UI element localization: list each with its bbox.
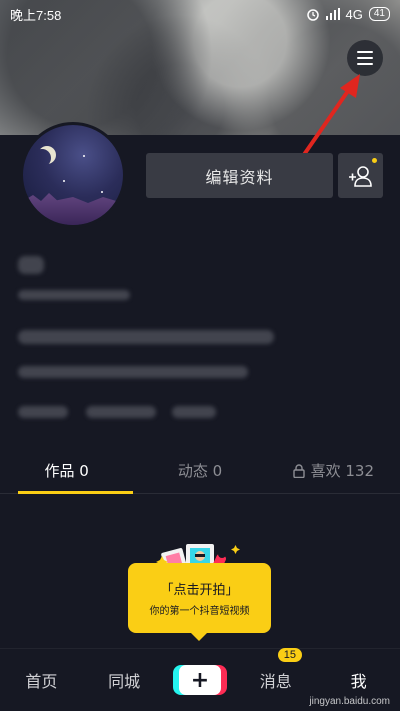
menu-icon-bar xyxy=(357,63,373,65)
tab-likes[interactable]: 喜欢 132 xyxy=(267,448,400,493)
tab-moments[interactable]: 动态 0 xyxy=(133,448,266,493)
nav-messages-label: 消息 xyxy=(259,672,292,691)
menu-button[interactable] xyxy=(347,40,383,76)
nav-local[interactable]: 同城 xyxy=(94,668,154,692)
battery-indicator: 41 xyxy=(368,7,390,21)
star-dot xyxy=(83,155,85,157)
nav-home[interactable]: 首页 xyxy=(11,668,71,692)
status-bar: 晚上7:58 4G 41 xyxy=(0,0,400,28)
plus-icon: + xyxy=(178,665,221,695)
signal-icon xyxy=(325,8,340,20)
blurred-bio-line xyxy=(18,330,274,344)
message-count-badge: 15 xyxy=(277,648,303,662)
profile-tabs: 作品 0 动态 0 喜欢 132 xyxy=(0,448,400,494)
add-friend-button[interactable] xyxy=(338,153,383,198)
tab-label: 动态 0 xyxy=(177,462,223,480)
prompt-title: 「点击开拍」 xyxy=(160,583,239,598)
network-type: 4G xyxy=(345,6,363,22)
create-video-button[interactable]: + xyxy=(172,665,227,695)
blurred-stat xyxy=(18,406,68,418)
add-friend-icon xyxy=(348,165,372,187)
nav-messages[interactable]: 15 消息 xyxy=(246,648,306,692)
hills-graphic xyxy=(23,193,123,225)
watermark: jingyan.baidu.com xyxy=(309,696,390,707)
tab-works[interactable]: 作品 0 xyxy=(0,448,134,494)
alarm-icon xyxy=(306,9,319,21)
tab-label: 喜欢 132 xyxy=(310,462,375,480)
star-dot xyxy=(63,180,65,182)
star-dot xyxy=(101,191,103,193)
blurred-id xyxy=(18,290,130,300)
tab-label: 作品 0 xyxy=(44,462,89,480)
edit-profile-button[interactable]: 编辑资料 xyxy=(146,153,333,198)
blurred-stat xyxy=(86,406,156,418)
blurred-username xyxy=(18,256,44,274)
start-shooting-prompt[interactable]: 「点击开拍」 你的第一个抖音短视频 xyxy=(128,563,271,641)
status-time: 晚上7:58 xyxy=(10,7,62,23)
notification-dot xyxy=(372,158,377,163)
lock-icon xyxy=(292,463,305,478)
avatar[interactable] xyxy=(20,122,126,228)
menu-icon-bar xyxy=(357,57,373,59)
moon-graphic xyxy=(33,149,51,167)
blurred-bio-line xyxy=(18,366,248,378)
status-icons: 4G 41 xyxy=(306,7,390,22)
prompt-subtitle: 你的第一个抖音短视频 xyxy=(149,606,250,617)
nav-me[interactable]: 我 xyxy=(329,668,389,692)
blurred-stat xyxy=(172,406,216,418)
menu-icon-bar xyxy=(357,51,373,53)
